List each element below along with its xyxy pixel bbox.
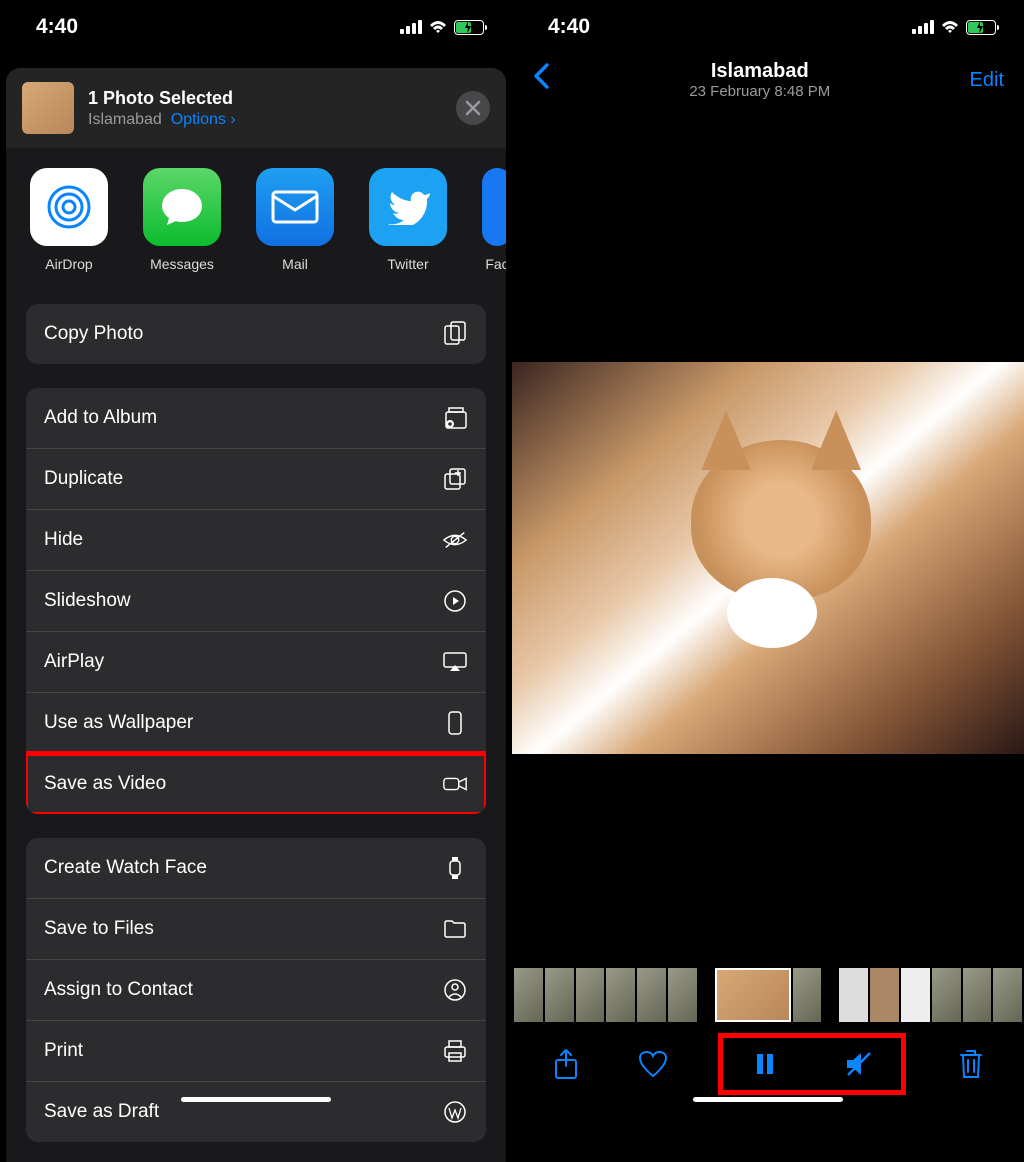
- back-button[interactable]: [532, 62, 550, 98]
- close-button[interactable]: [456, 91, 490, 125]
- watch-icon: [442, 855, 468, 881]
- assign-to-contact[interactable]: Assign to Contact: [26, 960, 486, 1021]
- filmstrip-thumb[interactable]: [901, 968, 930, 1022]
- battery-icon: [454, 20, 484, 35]
- wallpaper-icon: [442, 710, 468, 736]
- save-to-files[interactable]: Save to Files: [26, 899, 486, 960]
- pause-button[interactable]: [743, 1042, 787, 1086]
- status-bar: 4:40: [0, 0, 512, 54]
- twitter-icon: [369, 168, 447, 246]
- share-button[interactable]: [544, 1042, 588, 1086]
- slideshow[interactable]: Slideshow: [26, 571, 486, 632]
- favorite-button[interactable]: [631, 1042, 675, 1086]
- cat-image: [691, 440, 871, 600]
- cellular-icon: [912, 20, 934, 34]
- edit-button[interactable]: Edit: [970, 69, 1004, 92]
- clock: 4:40: [548, 15, 590, 39]
- battery-icon: [966, 20, 996, 35]
- date-subtitle: 23 February 8:48 PM: [689, 83, 830, 100]
- actions-group-1: Add to Album Duplicate Hide Slideshow Ai…: [26, 388, 486, 814]
- share-sheet-screen: 4:40 1 Photo Selected Islamabad Options …: [0, 0, 512, 1108]
- location-title: Islamabad: [689, 60, 830, 83]
- photo-content[interactable]: [512, 362, 1024, 754]
- filmstrip-thumb[interactable]: [668, 968, 697, 1022]
- play-icon: [442, 588, 468, 614]
- status-icons: [400, 20, 484, 35]
- delete-button[interactable]: [949, 1042, 993, 1086]
- status-icons: [912, 20, 996, 35]
- copy-group: Copy Photo: [26, 304, 486, 364]
- nav-bar: Islamabad 23 February 8:48 PM Edit: [512, 54, 1024, 112]
- nav-title-area: Islamabad 23 February 8:48 PM: [689, 60, 830, 100]
- airplay-icon: [442, 649, 468, 675]
- filmstrip-thumb[interactable]: [993, 968, 1022, 1022]
- filmstrip-thumb[interactable]: [793, 968, 822, 1022]
- save-as-draft[interactable]: Save as Draft: [26, 1082, 486, 1142]
- hide-icon: [442, 527, 468, 553]
- wifi-icon: [940, 20, 960, 35]
- home-indicator[interactable]: [693, 1097, 843, 1102]
- use-as-wallpaper[interactable]: Use as Wallpaper: [26, 693, 486, 754]
- airplay[interactable]: AirPlay: [26, 632, 486, 693]
- filmstrip-thumb[interactable]: [963, 968, 992, 1022]
- airdrop-icon: [30, 168, 108, 246]
- wordpress-icon: [442, 1099, 468, 1125]
- filmstrip-thumb-selected[interactable]: [715, 968, 791, 1022]
- duplicate[interactable]: Duplicate: [26, 449, 486, 510]
- facebook-icon: [482, 168, 506, 246]
- add-to-album[interactable]: Add to Album: [26, 388, 486, 449]
- home-indicator[interactable]: [181, 1097, 331, 1102]
- filmstrip-thumb[interactable]: [870, 968, 899, 1022]
- playback-controls-highlight: [718, 1033, 906, 1095]
- save-as-video[interactable]: Save as Video: [26, 754, 486, 814]
- selection-title: 1 Photo Selected: [88, 88, 236, 109]
- copy-photo[interactable]: Copy Photo: [26, 304, 486, 364]
- messages-icon: [143, 168, 221, 246]
- bottom-toolbar: [512, 1030, 1024, 1098]
- mail-icon: [256, 168, 334, 246]
- wifi-icon: [428, 20, 448, 35]
- print[interactable]: Print: [26, 1021, 486, 1082]
- filmstrip-thumb[interactable]: [606, 968, 635, 1022]
- app-share-row[interactable]: AirDrop Messages Mail Twitter: [6, 168, 506, 272]
- facebook-app[interactable]: Fac: [482, 168, 506, 272]
- filmstrip-thumb[interactable]: [545, 968, 574, 1022]
- video-icon: [442, 771, 468, 797]
- photo-viewer-screen: 4:40 Islamabad 23 February 8:48 PM Edit: [512, 0, 1024, 1108]
- folder-icon: [442, 916, 468, 942]
- mail-app[interactable]: Mail: [256, 168, 334, 272]
- filmstrip-thumb[interactable]: [932, 968, 961, 1022]
- filmstrip-thumb[interactable]: [839, 968, 868, 1022]
- filmstrip-thumb[interactable]: [514, 968, 543, 1022]
- clock: 4:40: [36, 15, 78, 39]
- messages-app[interactable]: Messages: [143, 168, 221, 272]
- create-watch-face[interactable]: Create Watch Face: [26, 838, 486, 899]
- airdrop-app[interactable]: AirDrop: [30, 168, 108, 272]
- filmstrip-thumb[interactable]: [637, 968, 666, 1022]
- share-body: AirDrop Messages Mail Twitter: [6, 148, 506, 1162]
- album-icon: [442, 405, 468, 431]
- mute-button[interactable]: [837, 1042, 881, 1086]
- status-bar: 4:40: [512, 0, 1024, 54]
- hide[interactable]: Hide: [26, 510, 486, 571]
- duplicate-icon: [442, 466, 468, 492]
- copy-icon: [442, 321, 468, 347]
- options-link[interactable]: Options ›: [171, 111, 236, 128]
- filmstrip-thumb[interactable]: [576, 968, 605, 1022]
- share-header: 1 Photo Selected Islamabad Options ›: [6, 68, 506, 148]
- contact-icon: [442, 977, 468, 1003]
- filmstrip[interactable]: [512, 968, 1024, 1022]
- print-icon: [442, 1038, 468, 1064]
- twitter-app[interactable]: Twitter: [369, 168, 447, 272]
- photo-thumbnail: [22, 82, 74, 134]
- selection-subtitle: Islamabad Options ›: [88, 111, 236, 129]
- cellular-icon: [400, 20, 422, 34]
